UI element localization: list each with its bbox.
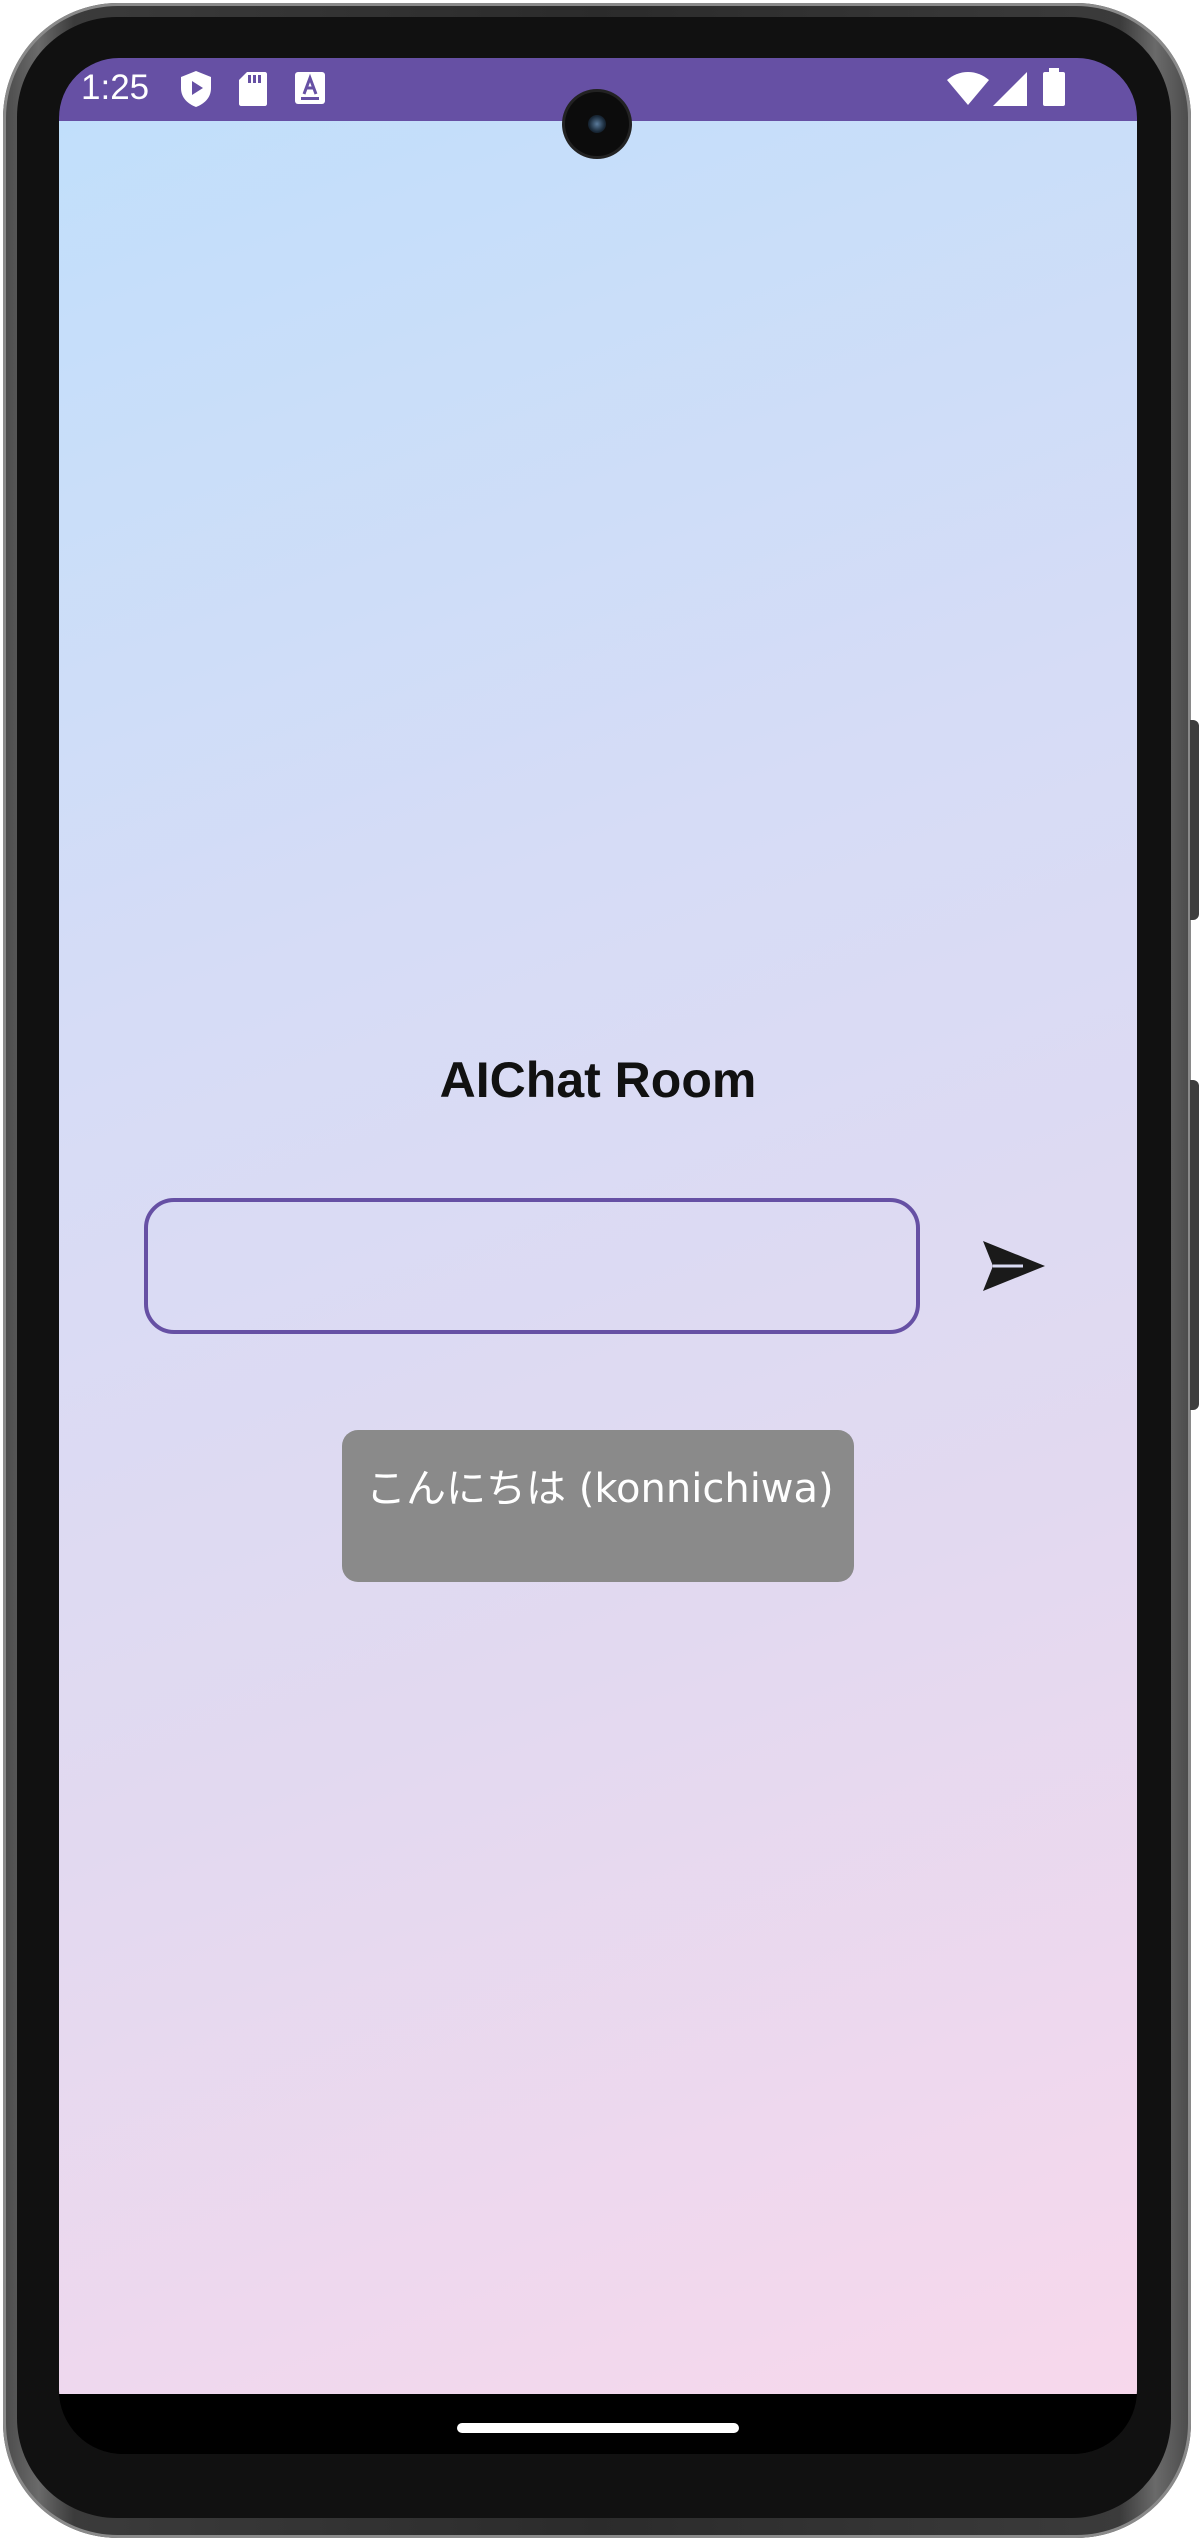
front-camera: [565, 92, 629, 156]
power-button: [1190, 720, 1199, 920]
sd-card-icon: [239, 72, 267, 111]
send-icon: [983, 1241, 1045, 1291]
cell-signal-icon: [993, 72, 1027, 111]
wifi-icon: [947, 72, 989, 111]
camera-lens: [588, 115, 606, 133]
page-title: AIChat Room: [439, 1052, 757, 1108]
send-button[interactable]: [979, 1231, 1049, 1301]
volume-button: [1190, 1080, 1199, 1410]
phone-device: 1:25 AIChat Room こんにちは (konnichiwa): [0, 0, 1200, 2541]
chat-screen: AIChat Room こんにちは (konnichiwa): [59, 121, 1137, 2394]
screen: 1:25 AIChat Room こんにちは (konnichiwa): [59, 58, 1137, 2454]
status-time: 1:25: [81, 68, 150, 107]
home-indicator[interactable]: [457, 2423, 739, 2433]
keyboard-a-icon: [295, 72, 325, 109]
message-text: こんにちは (konnichiwa): [366, 1466, 834, 1512]
message-input[interactable]: [144, 1198, 920, 1334]
shield-play-icon: [179, 70, 213, 113]
message-bubble: こんにちは (konnichiwa): [342, 1430, 854, 1582]
battery-icon: [1043, 68, 1065, 111]
